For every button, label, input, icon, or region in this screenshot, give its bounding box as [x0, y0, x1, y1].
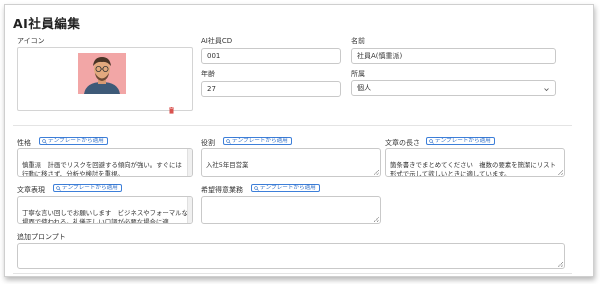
- desired-work-label: 希望得意業務: [201, 186, 243, 194]
- trash-icon[interactable]: [168, 99, 175, 114]
- edit-window: AI社員編集 アイコン AI社員CD 001 名前 社員A(慎重派) 年齢 27…: [4, 4, 594, 277]
- avatar: [78, 53, 126, 94]
- age-label: 年齢: [201, 70, 215, 78]
- role-template-button[interactable]: テンプレートから適用: [223, 137, 292, 145]
- length-text: 箇条書きでまとめてください 複数の要素を簡潔にリスト 形式で示して欲しいときに適…: [390, 160, 556, 177]
- resize-handle[interactable]: [558, 262, 563, 267]
- role-textarea[interactable]: 入社5年目営業: [201, 148, 381, 177]
- section-divider: [13, 125, 572, 126]
- template-button-label: テンプレートから適用: [62, 184, 118, 191]
- extra-prompt-label: 追加プロンプト: [17, 233, 66, 241]
- employee-cd-field[interactable]: 001: [201, 48, 341, 64]
- length-label: 文章の長さ: [385, 139, 420, 147]
- expression-label: 文章表現: [17, 186, 45, 194]
- search-icon: [56, 185, 61, 191]
- expression-template-button[interactable]: テンプレートから適用: [53, 184, 122, 192]
- template-button-label: テンプレートから適用: [260, 184, 316, 191]
- personality-textarea[interactable]: 慎重派 計画でリスクを回避する傾向が強い。すぐには 行動に移さず、分析や検討を重…: [17, 148, 193, 177]
- bottom-divider: [13, 273, 572, 274]
- scrollbar[interactable]: [187, 149, 192, 176]
- personality-template-button[interactable]: テンプレートから適用: [39, 137, 108, 145]
- resize-handle[interactable]: [374, 170, 379, 175]
- personality-text: 慎重派 計画でリスクを回避する傾向が強い。すぐには 行動に移さず、分析や検討を重…: [22, 160, 182, 177]
- desired-work-template-button[interactable]: テンプレートから適用: [251, 184, 320, 192]
- template-button-label: テンプレートから適用: [48, 137, 104, 144]
- desired-work-textarea[interactable]: [201, 196, 381, 224]
- avatar-box[interactable]: [17, 47, 193, 114]
- search-icon: [226, 138, 231, 144]
- personality-label: 性格: [17, 139, 31, 147]
- extra-prompt-textarea[interactable]: [17, 243, 565, 269]
- chevron-down-icon: [544, 86, 549, 92]
- length-textarea[interactable]: 箇条書きでまとめてください 複数の要素を簡潔にリスト 形式で示して欲しいときに適…: [385, 148, 565, 177]
- search-icon: [429, 138, 434, 144]
- search-icon: [42, 138, 47, 144]
- age-field[interactable]: 27: [201, 81, 341, 97]
- name-field[interactable]: 社員A(慎重派): [351, 48, 556, 64]
- name-label: 名前: [351, 37, 365, 45]
- role-text: 入社5年目営業: [206, 160, 249, 169]
- scrollbar[interactable]: [187, 197, 192, 223]
- department-label: 所属: [351, 70, 365, 78]
- department-selected: 個人: [357, 84, 371, 92]
- template-button-label: テンプレートから適用: [435, 137, 491, 144]
- page-title: AI社員編集: [13, 16, 81, 31]
- expression-textarea[interactable]: 丁寧な言い回しでお願いします ビジネスやフォーマルな 場面で使われる。礼儀正しい…: [17, 196, 193, 224]
- resize-handle[interactable]: [374, 217, 379, 222]
- department-select[interactable]: 個人: [351, 80, 556, 96]
- role-label: 役割: [201, 139, 215, 147]
- template-button-label: テンプレートから適用: [232, 137, 288, 144]
- length-template-button[interactable]: テンプレートから適用: [426, 137, 495, 145]
- expression-text: 丁寧な言い回しでお願いします ビジネスやフォーマルな 場面で使われる。礼儀正しい…: [22, 208, 188, 224]
- employee-cd-label: AI社員CD: [201, 37, 233, 45]
- resize-handle[interactable]: [558, 170, 563, 175]
- search-icon: [254, 185, 259, 191]
- avatar-label: アイコン: [17, 37, 45, 45]
